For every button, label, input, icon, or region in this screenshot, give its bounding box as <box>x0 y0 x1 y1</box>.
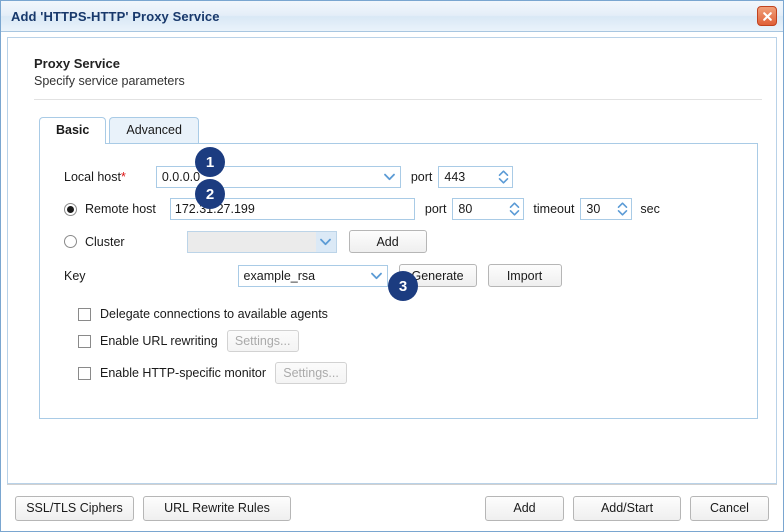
add-start-button[interactable]: Add/Start <box>573 495 681 521</box>
cluster-select[interactable] <box>186 230 337 253</box>
tab-advanced[interactable]: Advanced <box>109 117 199 143</box>
http-monitor-label: Enable HTTP-specific monitor <box>100 366 267 380</box>
remote-host-row: Remote host 172.31.27.199 port 80 timeou… <box>40 198 757 220</box>
local-port-value: 443 <box>444 170 466 184</box>
local-host-select[interactable]: 0.0.0.0 <box>155 166 401 188</box>
timeout-value: 30 <box>586 202 601 216</box>
timeout-unit-label: sec <box>640 202 660 216</box>
dialog-footer: SSL/TLS Ciphers URL Rewrite Rules Add Ad… <box>1 485 783 531</box>
url-rewrite-rules-button[interactable]: URL Rewrite Rules <box>143 495 291 521</box>
close-icon[interactable] <box>757 6 777 26</box>
key-select[interactable]: example_rsa <box>237 264 388 287</box>
cluster-row: Cluster Add <box>40 230 757 253</box>
footer-actions: Add Add/Start Cancel <box>485 495 769 521</box>
dialog-titlebar: Add 'HTTPS-HTTP' Proxy Service <box>1 1 783 32</box>
page-header: Proxy Service Specify service parameters <box>8 38 776 88</box>
dialog-title: Add 'HTTPS-HTTP' Proxy Service <box>11 8 220 24</box>
local-host-value: 0.0.0.0 <box>161 170 201 184</box>
close-x-glyph <box>762 11 772 21</box>
cluster-radio[interactable] <box>64 235 77 248</box>
tab-basic[interactable]: Basic <box>39 117 107 144</box>
chevron-down-icon <box>315 231 336 252</box>
tab-bar: Basic Advanced <box>39 117 776 144</box>
key-value: example_rsa <box>243 268 316 283</box>
callout-badge-1: 1 <box>195 147 225 177</box>
url-rewriting-label: Enable URL rewriting <box>100 334 218 348</box>
chevron-down-icon <box>380 167 400 187</box>
chevron-down-icon <box>367 266 387 286</box>
url-rewriting-checkbox[interactable] <box>78 334 91 348</box>
local-host-label: Local host <box>64 170 121 184</box>
remote-port-value: 80 <box>458 202 473 216</box>
spinner-arrows-icon[interactable] <box>614 199 631 219</box>
timeout-stepper[interactable]: 30 <box>580 198 633 220</box>
dialog-body: Proxy Service Specify service parameters… <box>7 37 777 484</box>
cancel-button[interactable]: Cancel <box>690 495 769 521</box>
page-subtitle: Specify service parameters <box>34 74 185 88</box>
add-button[interactable]: Add <box>485 495 564 521</box>
http-monitor-checkbox[interactable] <box>78 366 91 380</box>
form-panel: 1 2 3 Local host * 0.0.0.0 port 443 Remo… <box>39 143 758 419</box>
required-asterisk: * <box>120 170 126 184</box>
callout-badge-2: 2 <box>195 179 225 209</box>
spinner-arrows-icon[interactable] <box>506 199 523 219</box>
remote-host-radio[interactable] <box>64 202 77 216</box>
local-port-label: port <box>410 170 433 184</box>
delegate-connections-label: Delegate connections to available agents <box>100 307 328 321</box>
cluster-add-button[interactable]: Add <box>348 230 427 253</box>
spinner-arrows-icon[interactable] <box>495 167 512 187</box>
page-title: Proxy Service <box>34 56 121 71</box>
key-label: Key <box>64 268 86 283</box>
remote-port-stepper[interactable]: 80 <box>452 198 525 220</box>
proxy-service-dialog: Add 'HTTPS-HTTP' Proxy Service Proxy Ser… <box>0 0 784 532</box>
remote-host-label: Remote host <box>85 202 156 216</box>
delegate-connections-checkbox[interactable] <box>78 307 91 321</box>
local-port-stepper[interactable]: 443 <box>438 166 514 188</box>
delegate-connections-row: Delegate connections to available agents <box>40 307 757 321</box>
remote-port-label: port <box>424 202 447 216</box>
ssl-tls-ciphers-button[interactable]: SSL/TLS Ciphers <box>15 495 134 521</box>
url-rewriting-settings-button: Settings... <box>226 330 299 352</box>
http-monitor-row: Enable HTTP-specific monitor Settings... <box>40 362 757 384</box>
timeout-label: timeout <box>533 202 575 216</box>
http-monitor-settings-button: Settings... <box>275 362 348 384</box>
cluster-label: Cluster <box>85 234 125 249</box>
url-rewriting-row: Enable URL rewriting Settings... <box>40 330 757 352</box>
callout-badge-3: 3 <box>388 271 418 301</box>
local-host-row: Local host * 0.0.0.0 port 443 <box>40 166 757 188</box>
header-divider <box>34 99 762 100</box>
key-import-button[interactable]: Import <box>487 264 562 287</box>
